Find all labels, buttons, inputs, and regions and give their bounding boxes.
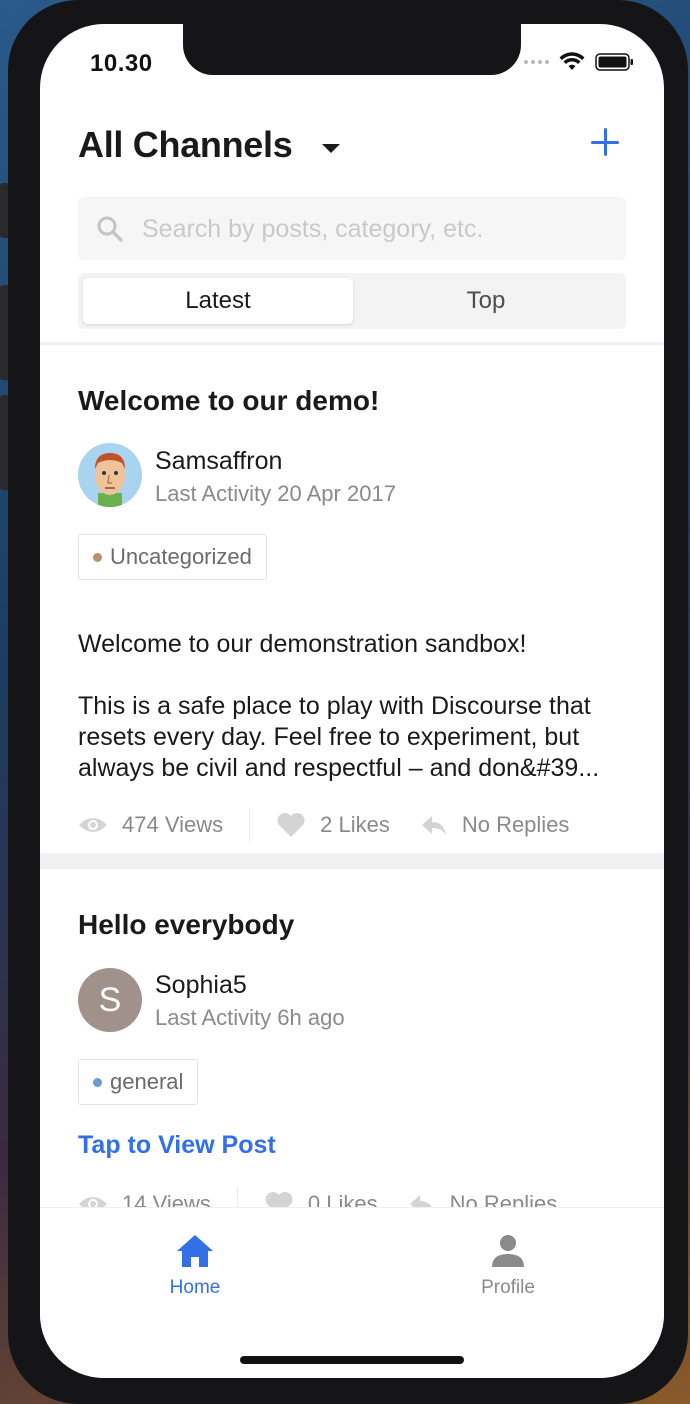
tab-top[interactable]: Top	[351, 278, 621, 324]
category-dot-icon	[93, 1077, 102, 1087]
bottom-tab-bar: Home Profile	[40, 1207, 664, 1378]
avatar: S	[78, 968, 142, 1032]
new-post-plus-icon[interactable]	[591, 128, 621, 158]
reply-icon	[421, 816, 446, 835]
channel-selector[interactable]: All Channels	[78, 124, 293, 165]
heart-icon	[277, 813, 305, 837]
channel-header: All Channels	[78, 124, 628, 174]
likes-metric[interactable]: 2 Likes	[276, 812, 390, 838]
cellular-signal-icon	[524, 60, 549, 64]
search-icon	[97, 216, 123, 242]
sort-segmented-control: Latest Top	[78, 273, 626, 329]
home-indicator	[240, 1356, 464, 1364]
post-metrics: 474 Views 2 Likes No Replies	[78, 805, 569, 845]
search-bar[interactable]	[78, 197, 626, 260]
last-activity: Last Activity 20 Apr 2017	[155, 481, 396, 506]
battery-icon	[595, 53, 633, 71]
author-name: Samsaffron	[155, 447, 283, 475]
post-title[interactable]: Hello everybody	[78, 909, 294, 941]
tab-latest[interactable]: Latest	[83, 278, 353, 324]
person-icon	[492, 1235, 524, 1267]
chevron-down-icon[interactable]	[322, 144, 340, 153]
replies-metric[interactable]: No Replies	[420, 812, 569, 838]
last-activity: Last Activity 6h ago	[155, 1005, 345, 1030]
search-input[interactable]	[140, 207, 614, 251]
status-icons	[524, 52, 635, 72]
tab-profile-label: Profile	[481, 1277, 535, 1298]
category-dot-icon	[93, 552, 102, 562]
category-label: Uncategorized	[110, 544, 252, 569]
post-card[interactable]: Welcome to our demo! Samsaffron Last Act…	[40, 345, 664, 853]
category-tag[interactable]: Uncategorized	[78, 534, 267, 580]
tab-home[interactable]: Home	[135, 1234, 255, 1299]
notch	[183, 24, 521, 75]
author-name: Sophia5	[155, 971, 247, 999]
category-tag[interactable]: general	[78, 1059, 199, 1105]
post-excerpt-line1: Welcome to our demonstration sandbox!	[78, 630, 527, 658]
user-avatar-icon	[78, 443, 142, 507]
tab-home-label: Home	[169, 1277, 221, 1298]
status-time: 10.30	[90, 50, 153, 77]
phone-screen: 10.30 All Channels Latest Top	[40, 24, 664, 1378]
avatar	[78, 443, 142, 507]
home-icon	[177, 1235, 213, 1267]
post-title[interactable]: Welcome to our demo!	[78, 385, 379, 417]
post-card[interactable]: Hello everybody S Sophia5 Last Activity …	[40, 869, 664, 1221]
post-excerpt-body: This is a safe place to play with Discou…	[78, 692, 600, 782]
category-label: general	[110, 1069, 184, 1094]
tap-to-view-post-link[interactable]: Tap to View Post	[78, 1131, 276, 1160]
post-divider	[40, 853, 664, 869]
tab-profile[interactable]: Profile	[448, 1234, 568, 1299]
views-metric: 474 Views	[78, 812, 223, 838]
wifi-icon	[559, 52, 585, 70]
eye-icon	[79, 818, 107, 832]
